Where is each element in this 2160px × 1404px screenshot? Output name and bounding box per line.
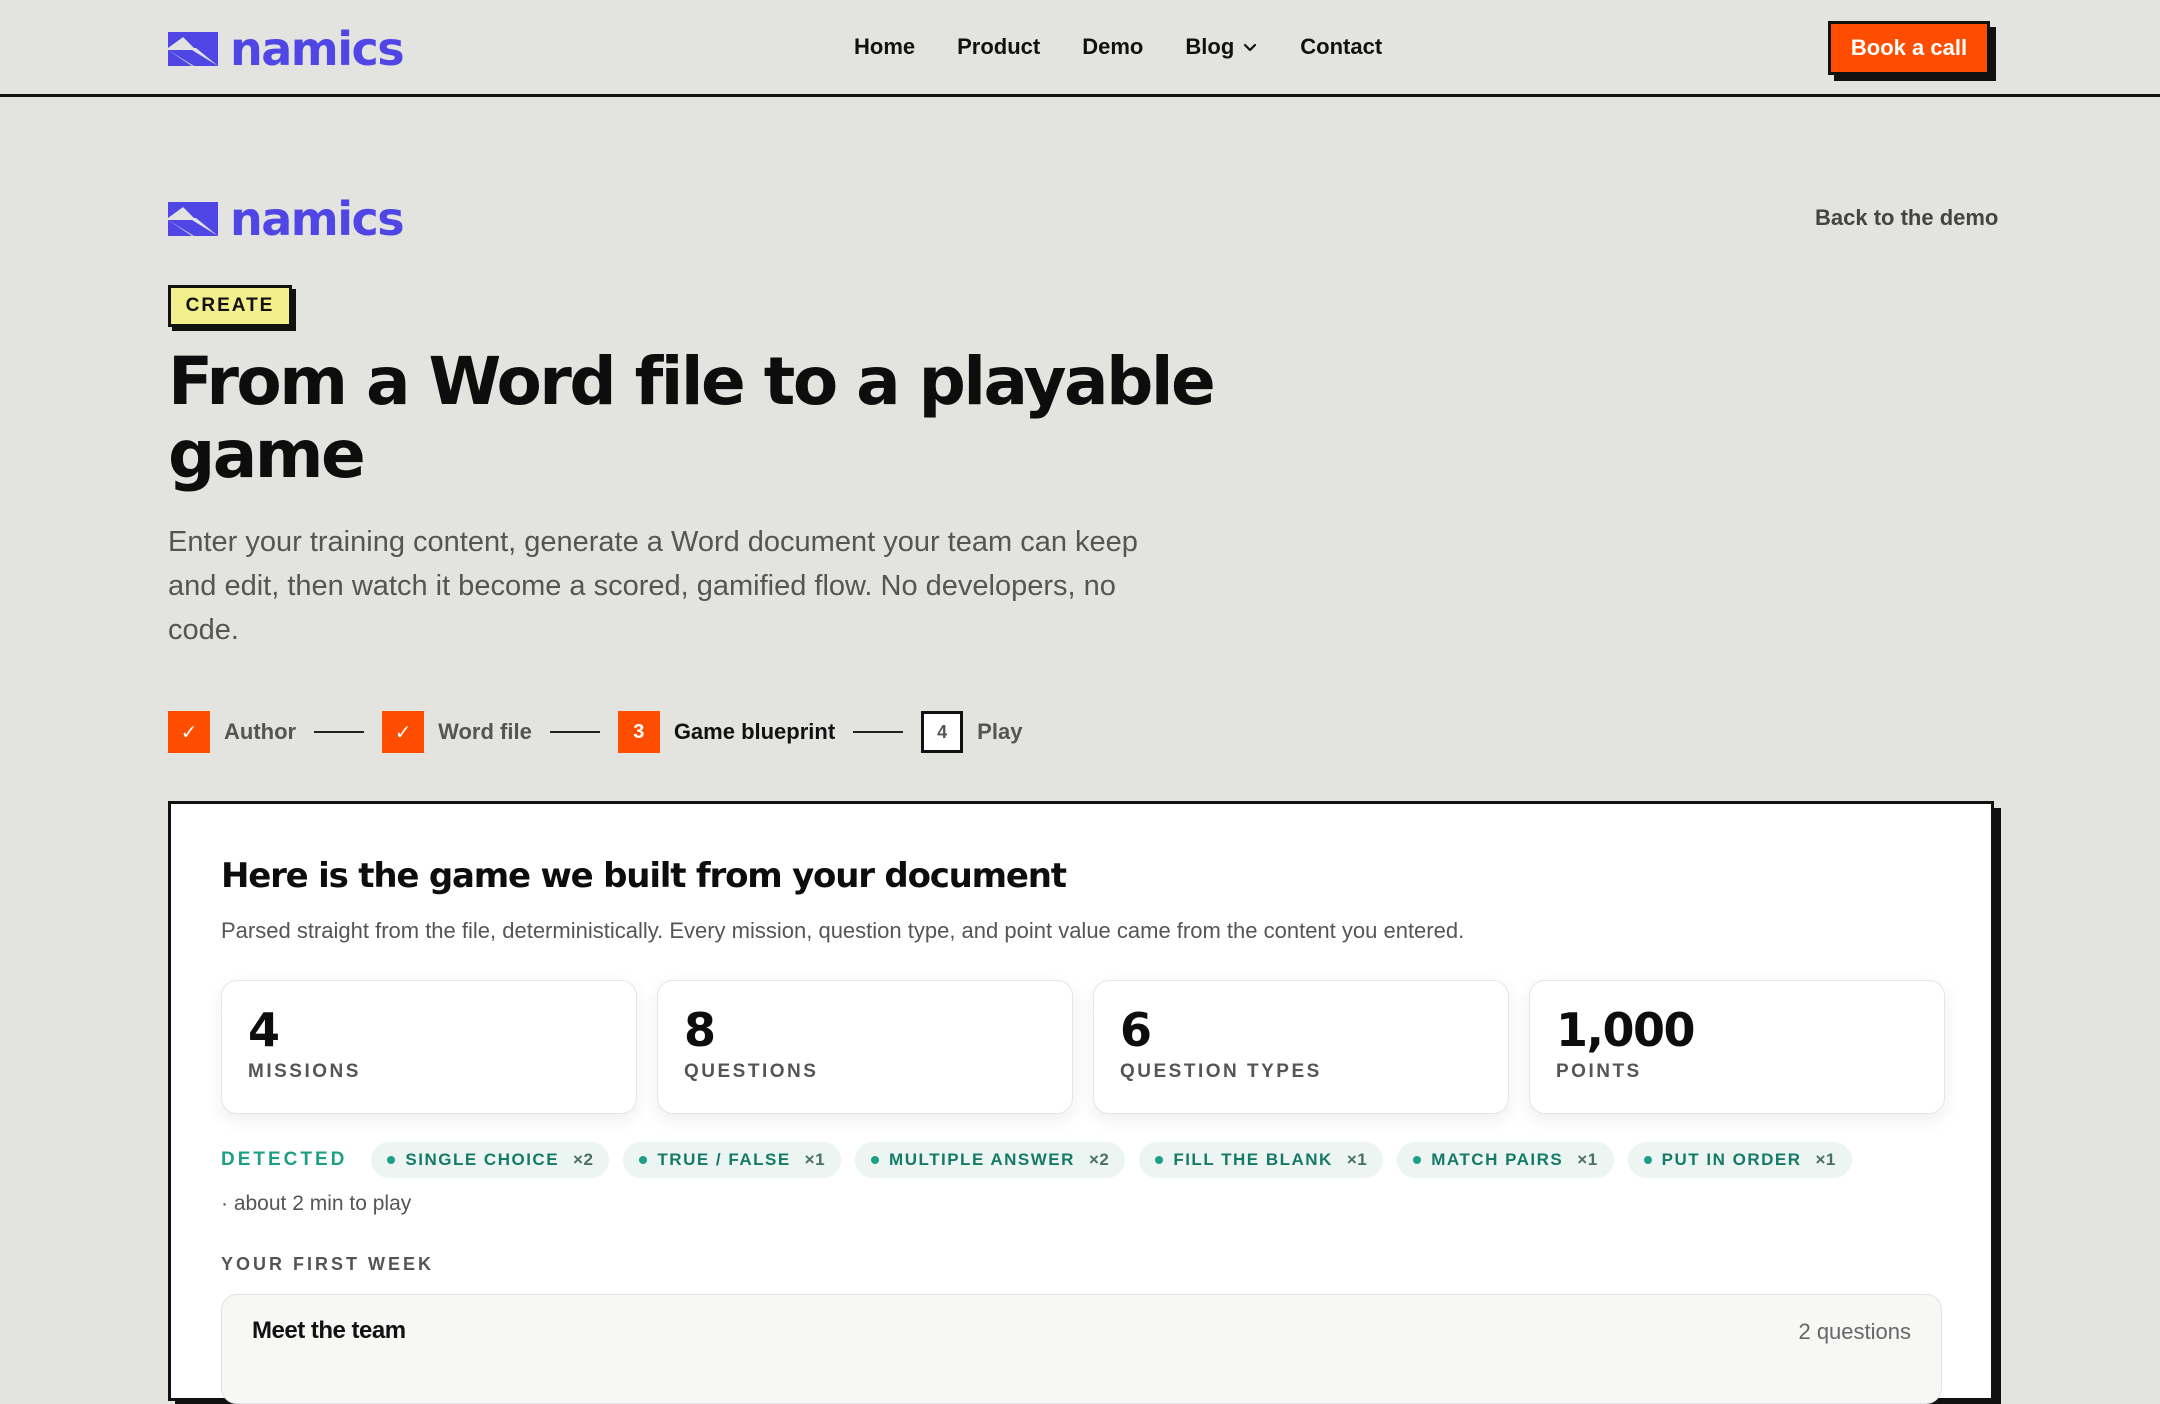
nav-product-label: Product (957, 34, 1041, 59)
nav-contact-label: Contact (1300, 34, 1383, 59)
chevron-down-icon (1244, 43, 1257, 52)
chip-fill-the-blank: FILL THE BLANK ×1 (1139, 1142, 1384, 1178)
stat-points: 1,000 POINTS (1529, 980, 1945, 1114)
step-number: 4 (921, 711, 964, 753)
chip-label: MULTIPLE ANSWER (889, 1150, 1075, 1169)
chip-count: ×1 (1346, 1150, 1368, 1169)
chip-label: TRUE / FALSE (657, 1150, 791, 1169)
section-label: YOUR FIRST WEEK (221, 1254, 435, 1274)
page-title: From a Word file to a playable game (168, 343, 1216, 493)
dot-icon (1413, 1156, 1422, 1164)
page-logo: namics (168, 192, 405, 246)
mission-title: Meet the team (252, 1317, 406, 1344)
stat-value: 4 (248, 1003, 280, 1057)
chip-count: ×1 (804, 1150, 826, 1169)
nav-demo[interactable]: Demo (1082, 34, 1143, 60)
chip-count: ×2 (573, 1150, 594, 1169)
create-badge: CREATE (168, 285, 292, 327)
dot-icon (1155, 1156, 1164, 1164)
step-number: 3 (617, 711, 660, 753)
chip-count: ×1 (1815, 1150, 1836, 1169)
play-duration: · about 2 min to play (221, 1192, 412, 1215)
nav-product[interactable]: Product (957, 34, 1040, 60)
stat-questions: 8 QUESTIONS (657, 980, 1073, 1114)
card-subtitle: Parsed straight from the file, determini… (221, 918, 1465, 943)
step-label: Game blueprint (673, 719, 836, 744)
chip-true-false: TRUE / FALSE ×1 (623, 1142, 842, 1178)
back-to-demo-link[interactable]: Back to the demo (1815, 205, 1998, 231)
nav-demo-label: Demo (1082, 34, 1144, 59)
nav-home[interactable]: Home (854, 34, 915, 60)
mission-question-count: 2 questions (1798, 1319, 1911, 1344)
stat-question-types: 6 QUESTION TYPES (1093, 980, 1509, 1114)
card-title: Here is the game we built from your docu… (221, 856, 1067, 896)
chip-label: SINGLE CHOICE (405, 1150, 560, 1169)
nav-links: Home Product Demo Blog Contact (854, 34, 1382, 60)
page-subtitle: Enter your training content, generate a … (168, 526, 1138, 646)
nav-contact[interactable]: Contact (1300, 34, 1382, 60)
nav-blog[interactable]: Blog (1185, 34, 1258, 60)
stat-value: 8 (684, 1003, 716, 1057)
nav-blog-label: Blog (1185, 34, 1235, 59)
chip-match-pairs: MATCH PAIRS ×1 (1397, 1142, 1614, 1178)
step-connector (314, 731, 365, 733)
step-connector (549, 731, 600, 733)
chip-multiple-answer: MULTIPLE ANSWER ×2 (855, 1142, 1126, 1178)
chip-label: PUT IN ORDER (1661, 1150, 1802, 1169)
detected-label: DETECTED (221, 1149, 348, 1170)
mission-row[interactable]: Meet the team 2 questions (221, 1294, 1942, 1404)
stat-label: QUESTIONS (684, 1061, 819, 1082)
logo-wordmark: namics (230, 22, 405, 76)
dot-icon (639, 1156, 648, 1164)
stat-value: 1,000 (1556, 1003, 1696, 1057)
step-label: Word file (438, 719, 532, 744)
stat-missions: 4 MISSIONS (221, 980, 637, 1114)
chip-label: FILL THE BLANK (1173, 1150, 1333, 1169)
nav-home-label: Home (854, 34, 916, 59)
chip-single-choice: SINGLE CHOICE ×2 (371, 1142, 610, 1178)
stat-value: 6 (1120, 1003, 1152, 1057)
step-game-blueprint[interactable]: 3 Game blueprint (617, 711, 836, 753)
nav-logo[interactable]: namics (168, 22, 405, 76)
top-nav: namics Home Product Demo Blog Contact Bo… (0, 0, 2160, 97)
dot-icon (871, 1156, 880, 1164)
stat-label: QUESTION TYPES (1120, 1061, 1322, 1082)
step-word-file[interactable]: ✓ Word file (382, 711, 532, 753)
dot-icon (1643, 1156, 1652, 1164)
namics-logo-icon (168, 32, 218, 66)
chip-count: ×1 (1577, 1150, 1598, 1169)
detected-types: DETECTED SINGLE CHOICE ×2 TRUE / FALSE ×1 … (221, 1142, 1852, 1178)
step-play[interactable]: 4 Play (921, 711, 1022, 753)
progress-stepper: ✓ Author ✓ Word file 3 Game blueprint 4 … (168, 711, 1022, 753)
dot-icon (387, 1156, 396, 1164)
step-author[interactable]: ✓ Author (168, 711, 296, 753)
chip-count: ×2 (1088, 1150, 1110, 1169)
chip-put-in-order: PUT IN ORDER ×1 (1627, 1142, 1852, 1178)
check-icon: ✓ (382, 711, 425, 753)
stat-label: MISSIONS (248, 1061, 361, 1082)
check-icon: ✓ (168, 711, 210, 753)
logo-wordmark: namics (230, 192, 405, 246)
chip-label: MATCH PAIRS (1431, 1150, 1564, 1169)
book-a-call-button[interactable]: Book a call (1828, 21, 1990, 75)
stat-label: POINTS (1556, 1061, 1642, 1082)
stats-row: 4 MISSIONS 8 QUESTIONS 6 QUESTION TYPES … (221, 980, 1945, 1114)
game-blueprint-card: Here is the game we built from your docu… (168, 801, 1994, 1404)
namics-logo-icon (168, 202, 218, 236)
step-label: Author (224, 719, 297, 744)
step-label: Play (977, 719, 1023, 744)
step-connector (853, 731, 904, 733)
